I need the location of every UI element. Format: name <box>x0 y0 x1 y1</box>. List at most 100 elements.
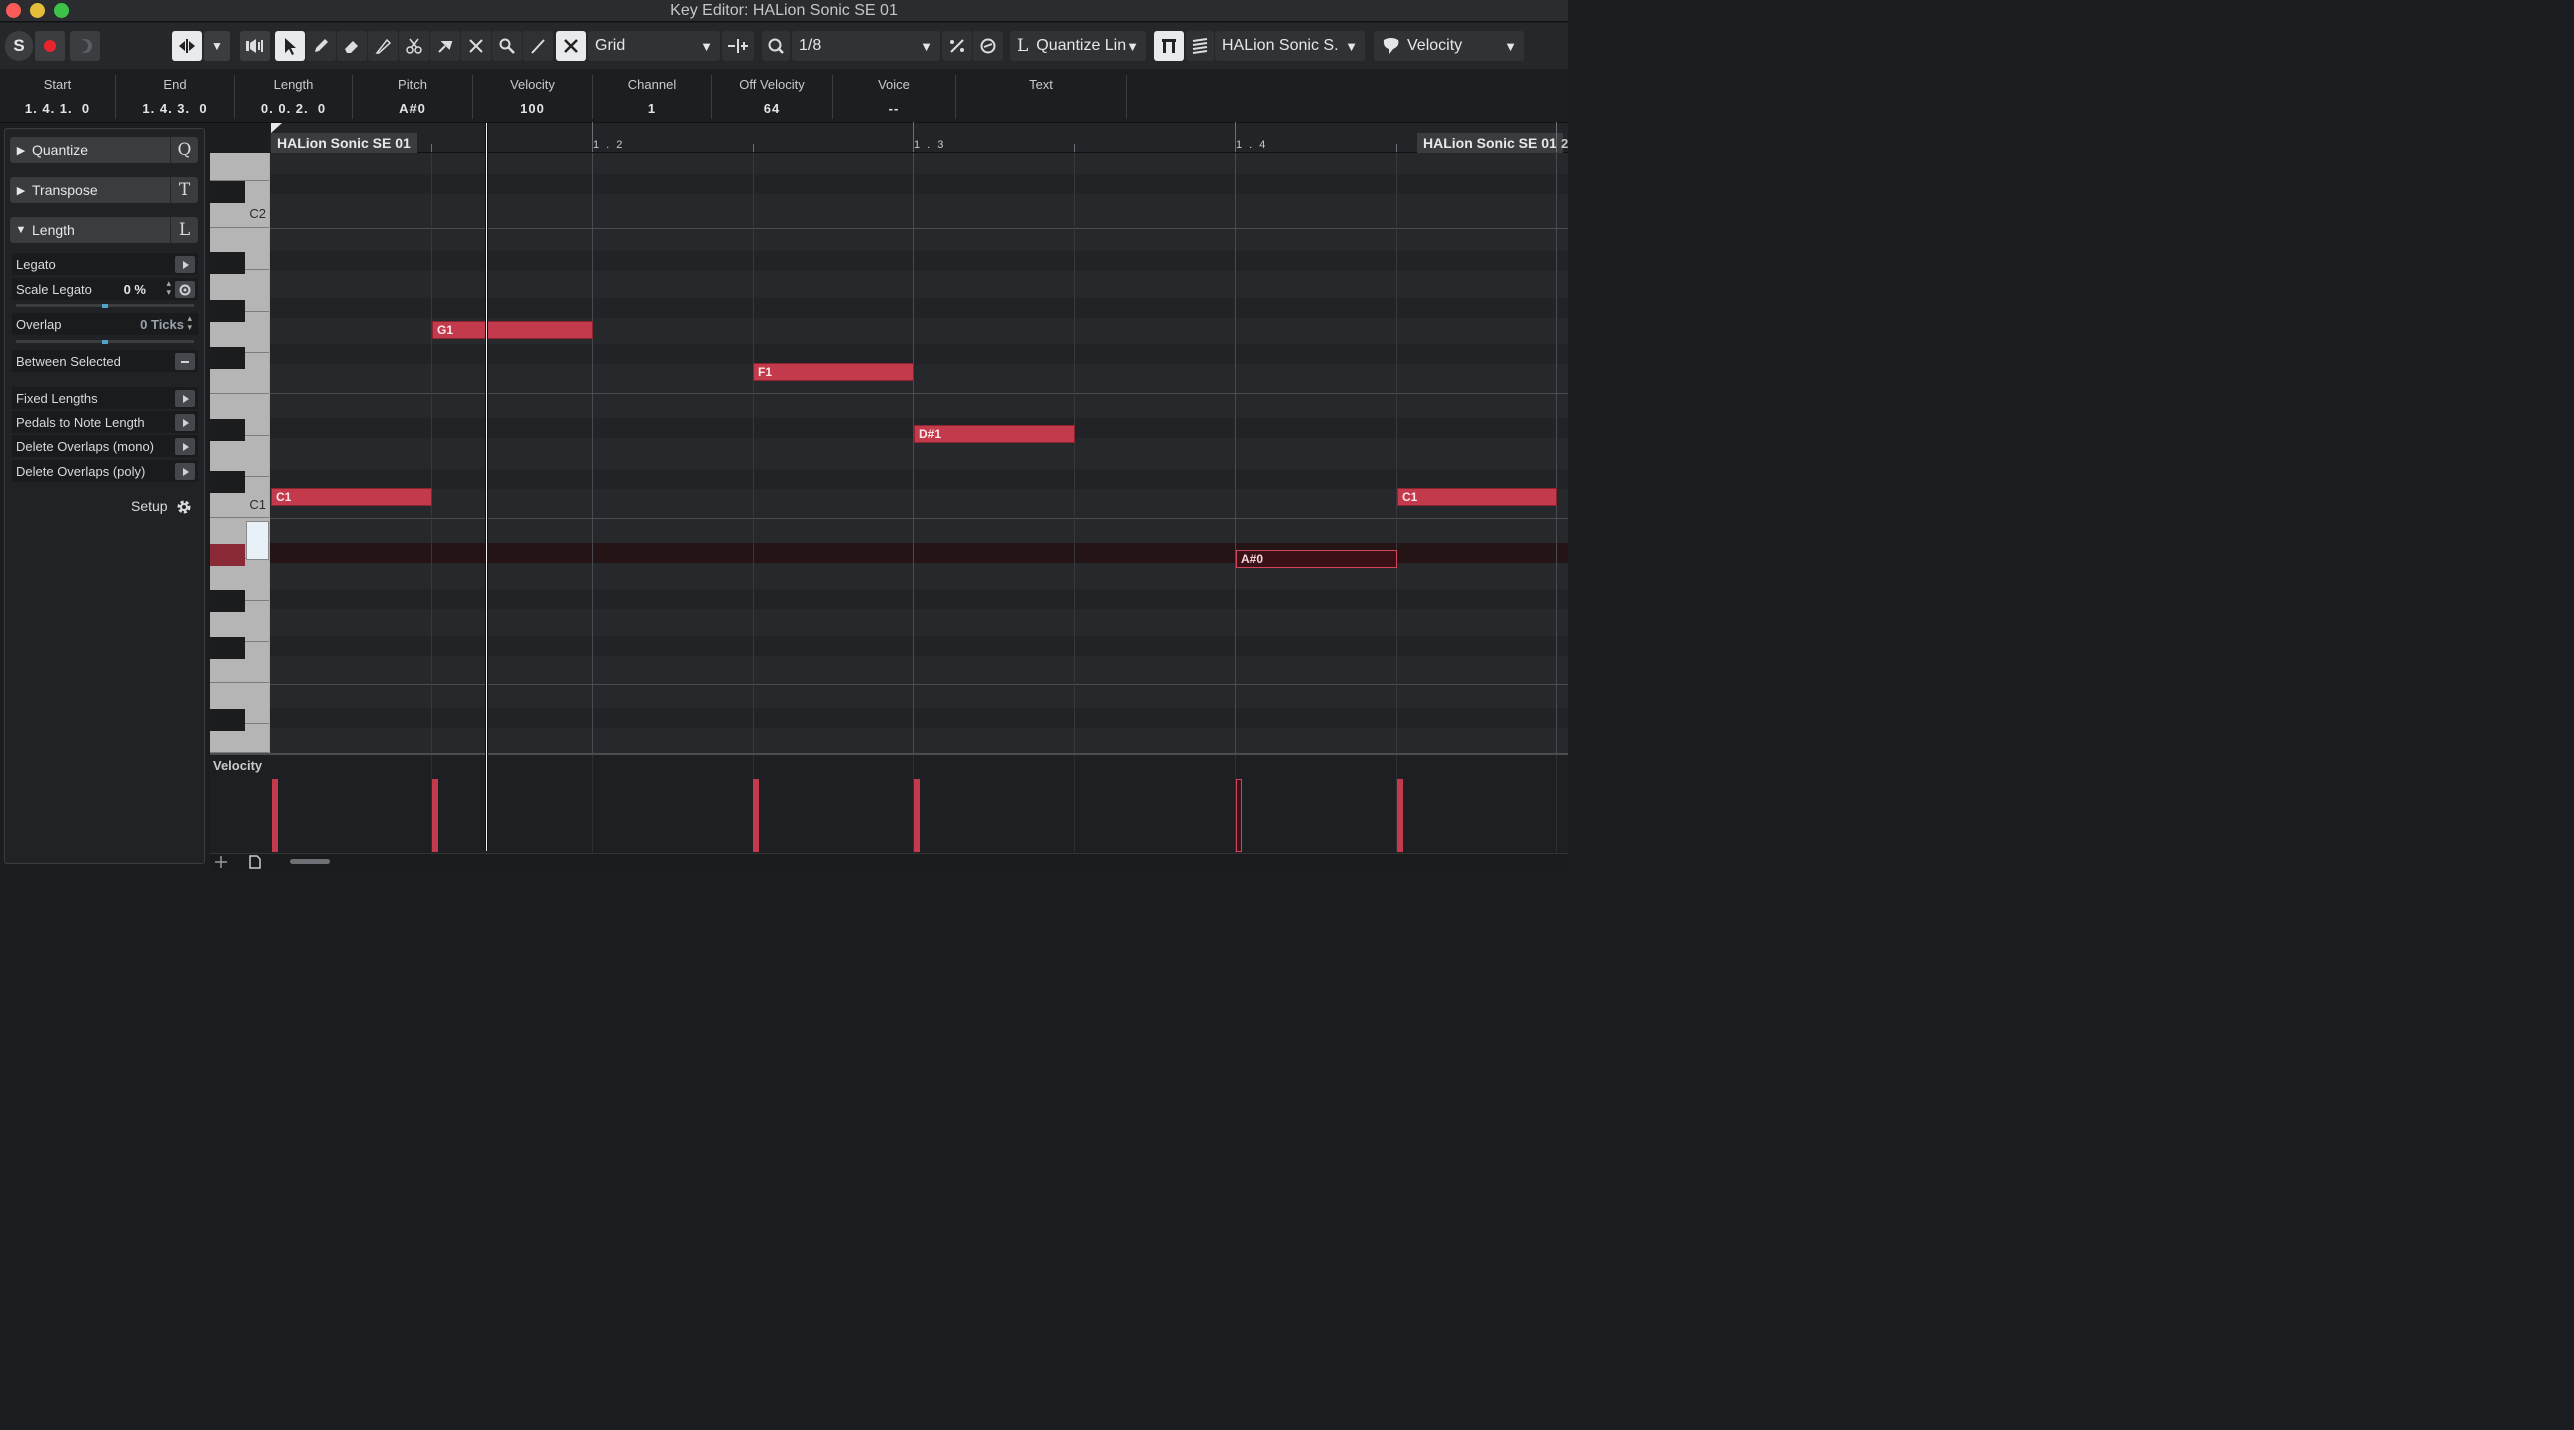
note-event[interactable]: C1 <box>1397 488 1557 506</box>
overlap-slider-knob[interactable] <box>102 340 108 344</box>
grid-line-beat <box>1235 153 1236 753</box>
delete-overlaps-mono-apply-button[interactable] <box>175 438 195 455</box>
info-channel[interactable]: Channel 1 <box>593 75 712 119</box>
note-event-selected[interactable]: A#0 <box>1236 550 1397 568</box>
piano-key-black[interactable] <box>210 181 245 203</box>
quantize-reset-button[interactable] <box>973 31 1003 61</box>
stepper-icon[interactable]: ▴ ▾ <box>166 279 171 297</box>
grid-row-dark <box>270 469 1568 489</box>
velocity-bar-selected[interactable] <box>1236 779 1242 852</box>
glue-tool[interactable] <box>430 31 460 61</box>
velocity-bar[interactable] <box>1397 779 1403 852</box>
info-pitch[interactable]: Pitch A#0 <box>353 75 473 119</box>
info-length[interactable]: Length 0. 0. 2. 0 <box>235 75 353 119</box>
split-tool[interactable] <box>399 31 429 61</box>
info-voice-value[interactable]: -- <box>833 101 955 116</box>
info-velocity-value[interactable]: 100 <box>473 101 592 116</box>
erase-tool[interactable] <box>337 31 367 61</box>
scale-legato-slider-knob[interactable] <box>102 304 108 308</box>
piano-key-black[interactable] <box>210 419 245 441</box>
tool-dropdown[interactable]: ▼ <box>204 31 230 61</box>
section-transpose[interactable]: ▶ Transpose T <box>10 177 198 203</box>
info-text[interactable]: Text <box>956 75 1127 119</box>
piano-key-black[interactable] <box>210 637 245 659</box>
zoom-tool[interactable] <box>492 31 522 61</box>
gear-icon[interactable] <box>176 499 192 515</box>
note-grid[interactable]: C1 G1 F1 D#1 A#0 C1 <box>270 153 1568 753</box>
info-off-velocity[interactable]: Off Velocity 64 <box>712 75 833 119</box>
pedals-apply-button[interactable] <box>175 414 195 431</box>
note-event[interactable]: F1 <box>753 363 914 381</box>
info-end[interactable]: End 1. 4. 3. 0 <box>116 75 235 119</box>
solo-editor-button[interactable]: S <box>5 31 33 61</box>
piano-key-white[interactable] <box>210 153 269 181</box>
horizontal-scrollbar[interactable] <box>290 859 330 864</box>
overlap-value[interactable]: 0 Ticks <box>140 317 184 332</box>
record-in-editor-button[interactable] <box>35 31 65 61</box>
note-event[interactable]: D#1 <box>914 425 1075 443</box>
instrument-dropdown[interactable]: HALion Sonic S. ▼ <box>1215 31 1365 61</box>
piano-key-black[interactable] <box>210 300 245 322</box>
quantize-value-dropdown[interactable]: 1/8 ▼ <box>792 31 940 61</box>
scale-legato-settings-button[interactable] <box>175 281 195 298</box>
trim-tool[interactable] <box>368 31 398 61</box>
mute-tool-button[interactable] <box>240 31 270 61</box>
object-select-tool[interactable] <box>275 31 305 61</box>
piano-key-black[interactable] <box>210 590 245 612</box>
stepper-icon[interactable]: ▴ ▾ <box>187 314 192 332</box>
velocity-lane-label: Velocity <box>213 758 263 773</box>
piano-key-black-highlighted[interactable] <box>210 544 245 566</box>
piano-key-black[interactable] <box>210 709 245 731</box>
velocity-lane[interactable]: Velocity <box>210 753 1568 853</box>
piano-keyboard[interactable]: C2 C1 <box>210 153 270 753</box>
snap-cursor-button[interactable] <box>722 31 754 61</box>
fixed-lengths-apply-button[interactable] <box>175 390 195 407</box>
note-event[interactable]: G1 <box>432 321 593 339</box>
info-length-value[interactable]: 0. 0. 2. 0 <box>235 101 352 116</box>
chevron-down-icon: ▼ <box>1126 38 1139 54</box>
length-quantize-dropdown[interactable]: L Quantize Lin ▼ <box>1010 31 1146 61</box>
key-label-c1: C1 <box>249 497 266 512</box>
track-list-button[interactable] <box>1186 31 1214 61</box>
info-voice[interactable]: Voice -- <box>833 75 956 119</box>
note-event[interactable]: C1 <box>271 488 432 506</box>
info-off-velocity-value[interactable]: 64 <box>712 101 832 116</box>
between-selected-toggle[interactable] <box>175 353 195 370</box>
info-channel-value[interactable]: 1 <box>593 101 711 116</box>
info-start[interactable]: Start 1. 4. 1. 0 <box>0 75 116 119</box>
scale-legato-value[interactable]: 0 % <box>124 282 146 297</box>
info-end-value[interactable]: 1. 4. 3. 0 <box>116 101 234 116</box>
show-controller-lanes-button[interactable] <box>1154 31 1184 61</box>
velocity-bar[interactable] <box>272 779 278 852</box>
velocity-bar[interactable] <box>753 779 759 852</box>
line-tool[interactable] <box>523 31 553 61</box>
iterative-quantize-button[interactable] <box>762 31 790 61</box>
info-pitch-value[interactable]: A#0 <box>353 101 472 116</box>
piano-key-black[interactable] <box>210 347 245 369</box>
section-length[interactable]: ▼ Length L <box>10 217 198 243</box>
section-quantize[interactable]: ▶ Quantize Q <box>10 137 198 163</box>
project-cursor[interactable] <box>485 123 488 851</box>
delete-overlaps-poly-apply-button[interactable] <box>175 463 195 480</box>
overlap-slider[interactable] <box>16 340 194 344</box>
draw-tool[interactable] <box>306 31 336 61</box>
info-velocity[interactable]: Velocity 100 <box>473 75 593 119</box>
velocity-bar[interactable] <box>914 779 920 852</box>
lane-preset-icon[interactable] <box>248 855 262 869</box>
setup-label[interactable]: Setup <box>131 498 168 514</box>
mute-notes-tool[interactable] <box>461 31 491 61</box>
controller-lane-dropdown[interactable]: Velocity ▼ <box>1374 31 1524 61</box>
auto-scroll-button[interactable] <box>70 31 100 61</box>
ruler[interactable]: HALion Sonic SE 01 HALion Sonic SE 01 1 … <box>270 122 1568 153</box>
snap-type-dropdown[interactable]: Grid ▼ <box>588 31 720 61</box>
scale-legato-slider[interactable] <box>16 304 194 308</box>
snap-toggle[interactable] <box>556 31 586 61</box>
legato-apply-button[interactable] <box>175 256 195 273</box>
info-start-value[interactable]: 1. 4. 1. 0 <box>0 101 115 116</box>
quantize-swing-button[interactable] <box>942 31 972 61</box>
piano-key-black[interactable] <box>210 252 245 274</box>
velocity-bar[interactable] <box>432 779 438 852</box>
piano-key-black[interactable] <box>210 471 245 493</box>
add-lane-icon[interactable] <box>214 855 228 869</box>
object-selection-button[interactable] <box>172 31 202 61</box>
